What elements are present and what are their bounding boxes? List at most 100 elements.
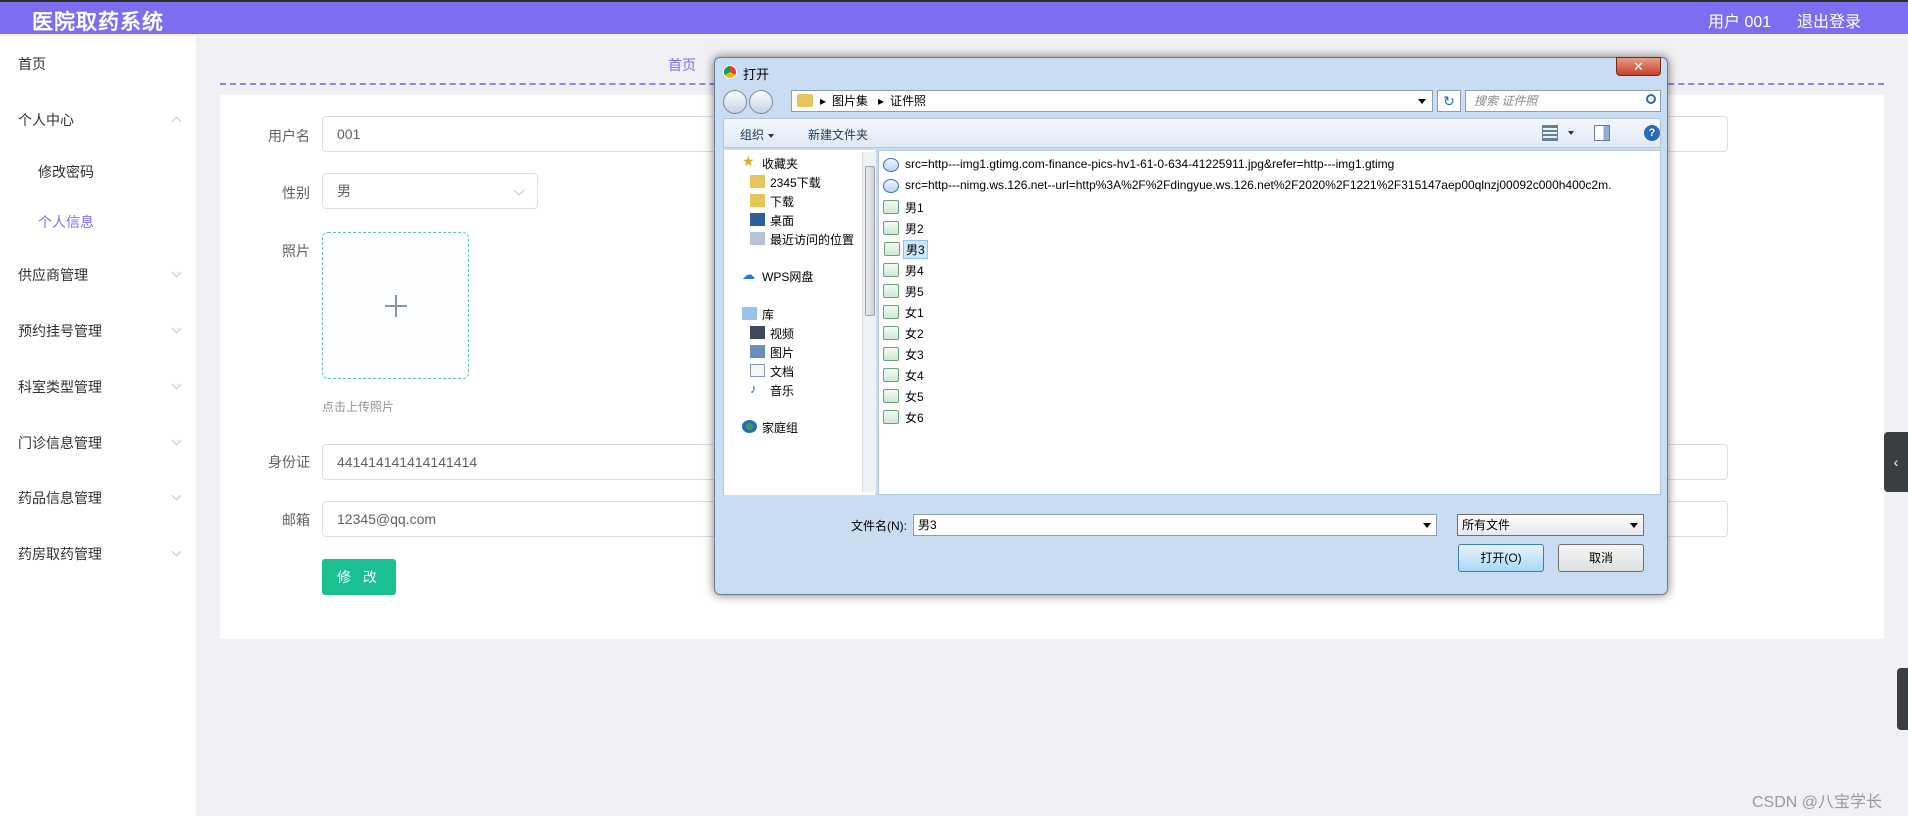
file-item[interactable]: 女1 — [883, 304, 926, 321]
file-name: 男2 — [905, 222, 924, 236]
filename-label: 文件名(N): — [851, 519, 907, 533]
file-item[interactable]: 男2 — [883, 220, 926, 237]
photo-uploader[interactable] — [322, 232, 469, 379]
image-file-icon — [883, 263, 899, 277]
address-segment-pictures[interactable]: 图片集 — [832, 91, 868, 111]
filename-input[interactable]: 男3 — [913, 514, 1437, 536]
file-type-value: 所有文件 — [1462, 518, 1511, 532]
email-label: 邮箱 — [282, 512, 310, 528]
file-name: 女5 — [905, 390, 924, 404]
sidebar-item-medicines[interactable]: 药品信息管理 — [18, 488, 182, 508]
file-type-select[interactable]: 所有文件 — [1457, 514, 1644, 536]
file-item[interactable]: 女3 — [883, 346, 926, 363]
username-label: 用户名 — [268, 128, 310, 144]
file-item-selected[interactable]: 男3 — [884, 240, 928, 259]
id-card-label: 身份证 — [268, 454, 310, 470]
nav-music[interactable]: ♪ 音乐 — [750, 381, 795, 399]
chevron-down-icon[interactable] — [1418, 99, 1426, 104]
image-file-icon — [883, 179, 899, 193]
sidebar-item-label: 供应商管理 — [18, 267, 88, 283]
file-item[interactable]: 女5 — [883, 388, 926, 405]
photo-upload-hint: 点击上传照片 — [322, 400, 395, 414]
nav-homegroup[interactable]: 家庭组 — [742, 419, 798, 436]
file-item[interactable]: 女2 — [883, 325, 926, 342]
sidebar-item-home[interactable]: 首页 — [18, 54, 178, 74]
file-name: 女3 — [905, 348, 924, 362]
sidebar-item-personal-center[interactable]: 个人中心 — [18, 110, 182, 130]
file-item[interactable]: 女6 — [883, 409, 926, 426]
homegroup-icon — [742, 420, 757, 433]
image-file-icon — [883, 200, 899, 214]
open-button[interactable]: 打开(O) — [1458, 544, 1544, 572]
nav-desktop[interactable]: 桌面 — [750, 212, 794, 229]
file-item[interactable]: src=http---nimg.ws.126.net--url=http%3A%… — [883, 178, 1613, 193]
nav-libraries[interactable]: 库 — [742, 306, 774, 323]
organize-menu[interactable]: 组织 — [740, 126, 775, 143]
file-name: 男3 — [906, 243, 925, 257]
nav-wps-drive[interactable]: ☁ WPS网盘 — [742, 267, 813, 285]
nav-scrollbar[interactable] — [862, 152, 876, 492]
back-button[interactable] — [723, 90, 747, 114]
chevron-down-icon[interactable] — [1423, 523, 1431, 528]
modify-button[interactable]: 修 改 — [322, 559, 396, 595]
music-icon: ♪ — [750, 381, 757, 396]
side-handle[interactable] — [1897, 668, 1908, 730]
new-folder-button[interactable]: 新建文件夹 — [808, 126, 868, 143]
help-icon[interactable]: ? — [1644, 125, 1660, 141]
breadcrumb-separator: ▸ — [878, 94, 885, 108]
file-item[interactable]: 男4 — [883, 262, 926, 279]
gender-label: 性别 — [282, 185, 310, 201]
nav-label: 视频 — [770, 327, 795, 341]
nav-videos[interactable]: 视频 — [750, 325, 795, 342]
sidebar-item-outpatient[interactable]: 门诊信息管理 — [18, 433, 182, 453]
address-bar[interactable]: ▸ 图片集 ▸ 证件照 — [791, 90, 1433, 112]
scroll-thumb[interactable] — [865, 166, 875, 316]
sidebar-item-change-password[interactable]: 修改密码 — [38, 162, 198, 182]
open-file-dialog: 打开 ✕ ▸ 图片集 ▸ 证件照 ↻ 搜索 证件照 组织 新建文件夹 ? ★ 收… — [714, 57, 1668, 595]
photo-label: 照片 — [282, 243, 310, 259]
folder-icon — [750, 175, 765, 188]
file-name: 男4 — [905, 264, 924, 278]
cancel-button[interactable]: 取消 — [1558, 544, 1644, 572]
chevron-down-icon — [171, 323, 182, 334]
preview-pane-icon[interactable] — [1594, 125, 1610, 141]
file-item[interactable]: 男5 — [883, 283, 926, 300]
chevron-down-icon — [171, 490, 182, 501]
file-name: 女1 — [905, 306, 924, 320]
sidebar-item-suppliers[interactable]: 供应商管理 — [18, 265, 182, 285]
nav-recent-places[interactable]: 最近访问的位置 — [750, 231, 854, 248]
sidebar-item-personal-info[interactable]: 个人信息 — [38, 212, 198, 232]
file-name: 男1 — [905, 201, 924, 215]
image-file-icon — [883, 389, 899, 403]
close-button[interactable]: ✕ — [1616, 57, 1661, 76]
search-icon — [1646, 94, 1656, 104]
sidebar-item-appointments[interactable]: 预约挂号管理 — [18, 321, 182, 341]
nav-2345-download[interactable]: 2345下载 — [750, 174, 821, 191]
nav-favorites[interactable]: ★ 收藏夹 — [742, 153, 798, 172]
nav-downloads[interactable]: 下载 — [750, 193, 794, 210]
file-item[interactable]: 女4 — [883, 367, 926, 384]
collapse-tab[interactable]: ‹ — [1884, 432, 1908, 492]
view-options-icon[interactable] — [1542, 125, 1558, 141]
nav-pictures[interactable]: 图片 — [750, 344, 794, 361]
search-input[interactable]: 搜索 证件照 — [1465, 90, 1661, 112]
app-title: 医院取药系统 — [32, 11, 164, 34]
address-segment-id-photos[interactable]: 证件照 — [890, 91, 926, 111]
forward-button[interactable] — [749, 90, 773, 114]
refresh-icon[interactable]: ↻ — [1437, 90, 1461, 112]
sidebar-item-pharmacy[interactable]: 药房取药管理 — [18, 544, 182, 564]
nav-documents[interactable]: 文档 — [750, 363, 794, 380]
file-item[interactable]: src=http---img1.gtimg.com-finance-pics-h… — [883, 157, 1396, 172]
file-name: 女4 — [905, 369, 924, 383]
gender-select[interactable]: 男 — [322, 173, 538, 209]
file-name: 男5 — [905, 285, 924, 299]
breadcrumb[interactable]: 首页 — [668, 55, 696, 75]
sidebar-item-departments[interactable]: 科室类型管理 — [18, 377, 182, 397]
recent-places-icon — [750, 232, 765, 245]
top-header: 医院取药系统 用户 001 退出登录 — [0, 0, 1908, 34]
nav-label: 音乐 — [770, 384, 795, 398]
logout-link[interactable]: 退出登录 — [1797, 8, 1861, 32]
plus-icon-vertical — [395, 295, 397, 317]
view-caret[interactable] — [1564, 125, 1574, 139]
file-item[interactable]: 男1 — [883, 199, 926, 216]
